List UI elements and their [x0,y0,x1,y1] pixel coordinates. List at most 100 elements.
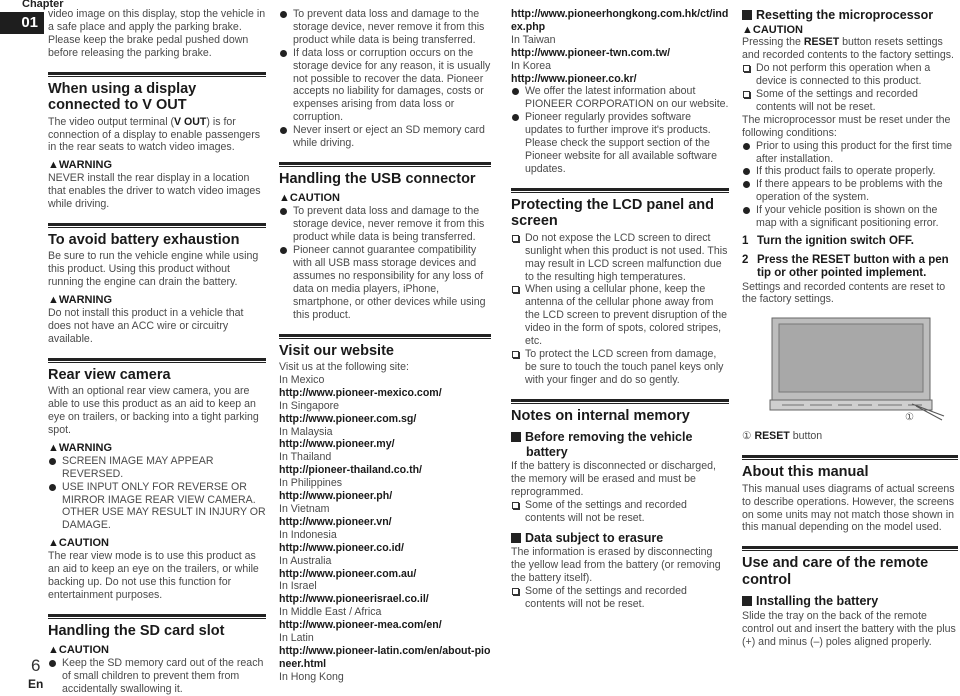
usb-caution-list: To prevent data loss and damage to the s… [279,205,491,321]
list-item: We offer the latest information about PI… [511,85,729,111]
memory-notes: Some of the settings and recorded conten… [511,499,729,525]
website-link[interactable]: http://www.pioneer.com.sg/ [279,413,491,426]
list-item: Pioneer regularly provides software upda… [511,111,729,176]
reset-result: Settings and recorded contents are reset… [742,280,946,306]
subheading-reset: Resetting the microprocessor [742,8,958,23]
list-item: Prior to using this product for the firs… [742,140,958,166]
website-link[interactable]: http://www.pioneer-twn.com.tw/ [511,47,729,60]
region-label: In Korea [511,59,552,72]
region-label: In Australia [279,554,332,567]
caution-label: ▲CAUTION [742,23,803,36]
vout-body: The video output terminal (V OUT) is for… [48,115,261,154]
caution-label: ▲CAUTION [48,644,109,657]
conditions-list: Prior to using this product for the firs… [742,140,958,230]
caution-triangle-icon: ▲ [48,644,59,657]
website-link[interactable]: http://www.pioneer.my/ [279,438,491,451]
section-divider [48,71,266,77]
website-link[interactable]: http://www.pioneer-mea.com/en/ [279,619,491,632]
website-link[interactable]: http://www.pioneer.com.au/ [279,568,491,581]
warning-label: ▲WARNING [48,294,113,307]
heading-lcd: Protecting the LCD panel and screen [511,196,715,230]
column-3: http://www.pioneerhongkong.com.hk/ct/ind… [511,8,729,611]
warning-list: SCREEN IMAGE MAY APPEAR REVERSED. USE IN… [48,455,266,532]
battery-body: Be sure to run the vehicle engine while … [48,250,259,289]
subheading-battery-removal: Before removing the vehicle battery [511,430,729,459]
caution-triangle-icon: ▲ [279,192,290,205]
list-item: USE INPUT ONLY FOR REVERSE OR MIRROR IMA… [48,481,266,533]
language-label: En [28,677,44,691]
list-item: When using a cellular phone, keep the an… [511,283,729,348]
heading-usb: Handling the USB connector [279,170,476,187]
section-divider [279,333,491,339]
list-item: Pioneer cannot guarantee compatibility w… [279,244,491,321]
page-number: 6 [31,656,41,675]
section-divider [511,398,729,404]
warning-triangle-icon: ▲ [48,441,59,454]
column-1: video image on this display, stop the ve… [48,8,266,696]
chapter-badge: 01 [0,12,44,34]
subheading-install-battery: Installing the battery [742,594,958,609]
warning-text: Do not install this product in a vehicle… [48,307,244,345]
square-bullet-icon [742,10,752,20]
warning-triangle-icon: ▲ [48,294,59,307]
list-item: To prevent data loss and damage to the s… [279,205,491,244]
list-item: To prevent data loss and damage to the s… [279,8,491,47]
list-item: If there appears to be problems with the… [742,178,958,204]
erasure-notes: Some of the settings and recorded conten… [511,585,729,611]
column-2: To prevent data loss and damage to the s… [279,8,491,684]
heading-memory: Notes on internal memory [511,407,690,424]
step-2: 2 Press the RESET button with a pen tip o… [742,253,949,280]
region-label: In Middle East / Africa [279,606,382,619]
website-link[interactable]: http://www.pioneer-mexico.com/ [279,387,491,400]
heading-sd-card: Handling the SD card slot [48,622,225,639]
list-item: Some of the settings and recorded conten… [511,499,729,525]
heading-battery: To avoid battery exhaustion [48,231,240,248]
region-label: In Latin [279,632,314,645]
website-link[interactable]: http://www.pioneer.co.id/ [279,542,491,555]
reset-notes: Do not perform this operation when a dev… [742,62,958,114]
region-label: In Indonesia [279,528,337,541]
warning-triangle-icon: ▲ [48,159,59,172]
website-link[interactable]: http://www.pioneer.co.kr/ [511,73,729,86]
heading-vout: When using a display connected to V OUT [48,80,197,114]
section-divider [48,357,266,363]
website-link[interactable]: http://www.pioneer-latin.com/en/about-pi… [279,645,491,671]
square-bullet-icon [511,432,521,443]
list-item: If your vehicle position is shown on the… [742,204,958,230]
caution-label: ▲CAUTION [48,537,109,550]
region-label: In Taiwan [511,33,556,46]
caution-label: ▲CAUTION [279,192,340,205]
region-label: In Thailand [279,451,332,464]
heading-manual: About this manual [742,464,869,481]
website-link[interactable]: http://pioneer-thailand.co.th/ [279,464,491,477]
website-link[interactable]: http://www.pioneer.ph/ [279,490,491,503]
head-unit-illustration: ① [762,316,952,426]
subheading-erasure: Data subject to erasure [511,531,729,546]
list-item: To protect the LCD screen from damage, b… [511,348,729,387]
list-item: Some of the settings and recorded conten… [742,88,958,114]
list-item: If data loss or corruption occurs on the… [279,47,491,124]
illustration-caption: ① RESET button [742,430,823,443]
conditions-intro: The microprocessor must be reset under t… [742,113,951,139]
website-list: In Mexico http://www.pioneer-mexico.com/… [279,374,491,684]
manual-body: This manual uses diagrams of actual scre… [742,482,955,534]
memory-body: If the battery is disconnected or discha… [511,460,716,498]
website-link[interactable]: http://www.pioneerhongkong.com.hk/ct/ind… [511,8,729,34]
erasure-body: The information is erased by disconnecti… [511,546,721,584]
list-item: Never insert or eject an SD memory card … [279,124,491,150]
list-item: If this product fails to operate properl… [742,165,958,178]
list-item: SCREEN IMAGE MAY APPEAR REVERSED. [48,455,266,481]
intro-text: video image on this display, stop the ve… [48,8,266,59]
section-divider [48,613,266,619]
list-item: Some of the settings and recorded conten… [511,585,729,611]
section-divider [48,222,266,228]
region-label: In Mexico [279,373,325,386]
website-link[interactable]: http://www.pioneerisrael.co.il/ [279,593,491,606]
region-label: In Malaysia [279,425,333,438]
website-link[interactable]: http://www.pioneer.vn/ [279,516,491,529]
step-1: 1 Turn the ignition switch OFF. [742,235,914,247]
caution-text: The rear view mode is to use this produc… [48,550,259,601]
caution-triangle-icon: ▲ [742,23,753,36]
list-item: Do not perform this operation when a dev… [742,62,958,88]
lcd-notes: Do not expose the LCD screen to direct s… [511,232,729,387]
